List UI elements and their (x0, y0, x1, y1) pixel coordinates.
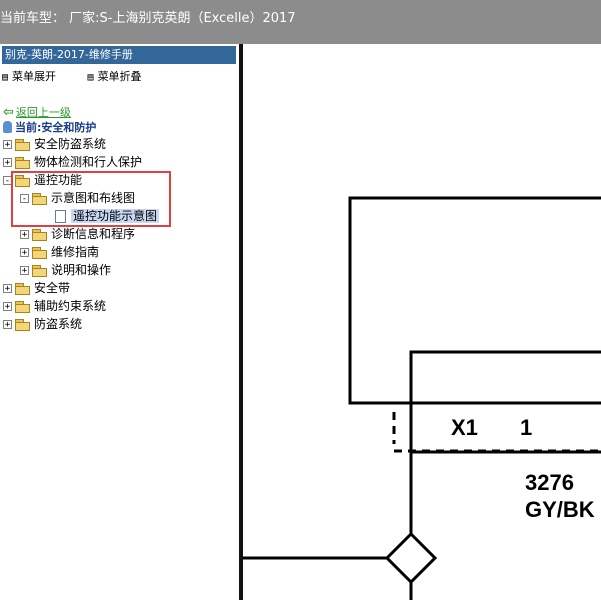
expand-toggle-icon[interactable]: + (20, 266, 29, 276)
annotation-highlight-box (11, 171, 171, 227)
expand-menu-button[interactable]: ▤ 菜单展开 (2, 70, 70, 83)
folder-icon (32, 229, 47, 241)
tree-item[interactable]: + 物体检测和行人保护 (3, 154, 142, 171)
folder-icon (32, 247, 47, 259)
circuit-number: 3276 (525, 470, 574, 495)
tree-item[interactable]: + 防盗系统 (3, 316, 82, 333)
window-title: 当前车型： 厂家:S-上海别克英朗（Excelle）2017 (0, 11, 296, 26)
current-location: 当前:安全和防护 (3, 119, 96, 135)
back-arrow-icon: ⇦ (3, 105, 14, 120)
tree-item[interactable]: + 说明和操作 (20, 262, 111, 279)
list-icon: ▤ (87, 72, 94, 83)
tree-item[interactable]: + 诊断信息和程序 (20, 226, 135, 243)
expand-toggle-icon[interactable]: + (3, 284, 12, 294)
folder-icon (15, 319, 30, 331)
expand-toggle-icon[interactable]: + (3, 158, 12, 168)
folder-icon (15, 301, 30, 313)
title-bar: 当前车型： 厂家:S-上海别克英朗（Excelle）2017 (0, 0, 601, 44)
person-icon (3, 121, 12, 133)
sidebar: 别克-英朗-2017-维修手册 ▤ 菜单展开 ▤ 菜单折叠 ⇦ 返回上一级 当前:安全… (0, 44, 237, 600)
list-icon: ▤ (2, 72, 9, 83)
connector-label: X1 (451, 415, 478, 440)
folder-icon (15, 139, 30, 151)
tree-item[interactable]: + 辅助约束系统 (3, 298, 106, 315)
wire-color: GY/BK (525, 497, 595, 522)
tree-item[interactable]: + 安全带 (3, 280, 70, 297)
folder-icon (15, 157, 30, 169)
module-outline (348, 196, 601, 405)
tree-item[interactable]: + 安全防盗系统 (3, 136, 106, 153)
expand-toggle-icon[interactable]: + (3, 320, 12, 330)
folder-icon (15, 283, 30, 295)
folder-icon (32, 265, 47, 277)
expand-toggle-icon[interactable]: + (20, 230, 29, 240)
tree-item[interactable]: + 维修指南 (20, 244, 99, 261)
expand-toggle-icon[interactable]: + (3, 302, 12, 312)
splice-diamond (384, 531, 438, 585)
manual-title: 别克-英朗-2017-维修手册 (2, 46, 236, 64)
collapse-menu-button[interactable]: ▤ 菜单折叠 (88, 70, 156, 83)
back-link[interactable]: ⇦ 返回上一级 (3, 104, 71, 120)
menu-toolbar: ▤ 菜单展开 ▤ 菜单折叠 (2, 68, 170, 84)
wiring-diagram: X1 1 3276 GY/BK (243, 196, 601, 600)
pin-label: 1 (520, 415, 532, 440)
expand-toggle-icon[interactable]: + (3, 140, 12, 150)
wiring-diagram-pane: X1 1 3276 GY/BK (243, 44, 601, 600)
expand-toggle-icon[interactable]: + (20, 248, 29, 258)
